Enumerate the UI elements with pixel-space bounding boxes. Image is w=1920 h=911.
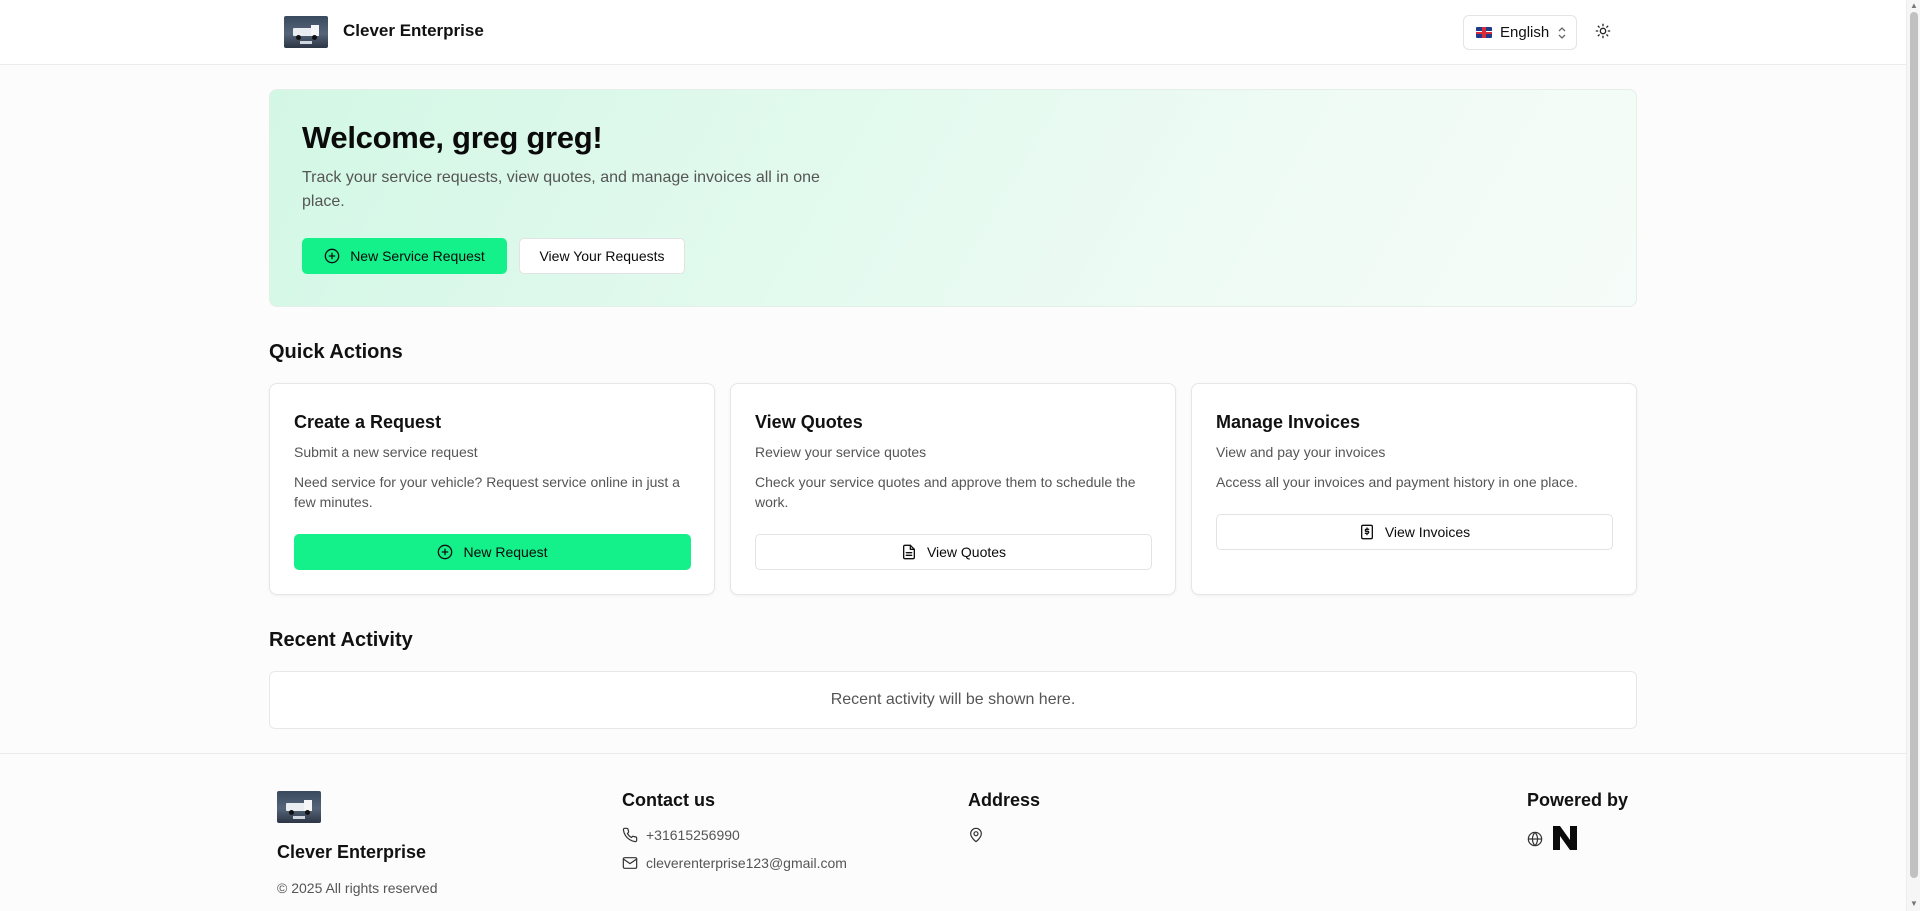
quick-actions-title: Quick Actions: [269, 341, 403, 363]
sun-icon: [1595, 23, 1611, 39]
view-your-requests-button[interactable]: View Your Requests: [519, 238, 685, 274]
scrollbar-thumb[interactable]: [1910, 12, 1918, 878]
card-subtitle: Review your service quotes: [755, 444, 927, 460]
powered-by-title: Powered by: [1527, 790, 1629, 810]
contact-phone[interactable]: +31615256990: [622, 827, 740, 843]
invoice-dollar-icon: [1359, 524, 1375, 540]
view-invoices-label: View Invoices: [1384, 524, 1471, 540]
card-subtitle: View and pay your invoices: [1216, 444, 1386, 460]
language-select[interactable]: English: [1463, 15, 1577, 50]
plus-circle-icon: [324, 248, 340, 264]
contact-title: Contact us: [622, 790, 716, 810]
new-service-request-button[interactable]: New Service Request: [302, 238, 507, 274]
recent-activity-panel: Recent activity will be shown here.: [269, 671, 1637, 729]
card-title: View Quotes: [755, 412, 863, 432]
card-description: Need service for your vehicle? Request s…: [294, 474, 680, 510]
view-quotes-card: View Quotes Review your service quotes C…: [730, 383, 1176, 595]
footer: Clever Enterprise © 2025 All rights rese…: [0, 753, 1906, 911]
brand-name: Clever Enterprise: [343, 21, 484, 40]
card-description: Check your service quotes and approve th…: [755, 474, 1136, 510]
theme-toggle-button[interactable]: [1592, 20, 1614, 42]
footer-logo: [277, 791, 321, 823]
document-icon: [901, 544, 917, 560]
map-pin-icon: [968, 827, 984, 843]
mail-icon: [622, 855, 638, 871]
footer-copyright: © 2025 All rights reserved: [277, 880, 438, 896]
powered-by-logo[interactable]: [1552, 825, 1578, 851]
view-your-requests-label: View Your Requests: [539, 248, 665, 264]
create-request-card: Create a Request Submit a new service re…: [269, 383, 715, 595]
uk-flag-icon: [1476, 27, 1492, 38]
card-title: Create a Request: [294, 412, 442, 432]
globe-icon[interactable]: [1527, 831, 1543, 847]
recent-activity-empty-text: Recent activity will be shown here.: [830, 691, 1076, 708]
top-header: Clever Enterprise English: [0, 0, 1906, 65]
address-title: Address: [968, 790, 1041, 810]
new-request-label: New Request: [463, 544, 548, 560]
card-subtitle: Submit a new service request: [294, 444, 478, 460]
welcome-subtitle: Track your service requests, view quotes…: [302, 169, 820, 210]
footer-brand: Clever Enterprise: [277, 842, 427, 862]
card-title: Manage Invoices: [1216, 412, 1361, 432]
language-label: English: [1500, 24, 1550, 41]
company-logo[interactable]: [284, 16, 328, 48]
chevron-up-down-icon: [1558, 26, 1566, 39]
scroll-down-arrow-icon[interactable]: ▼: [1909, 899, 1919, 909]
recent-activity-title: Recent Activity: [269, 629, 413, 651]
view-invoices-button[interactable]: View Invoices: [1216, 514, 1613, 550]
new-service-request-label: New Service Request: [350, 248, 485, 264]
address-line: [968, 827, 984, 843]
phone-number: +31615256990: [646, 827, 740, 843]
view-quotes-label: View Quotes: [926, 544, 1007, 560]
card-description: Access all your invoices and payment his…: [1216, 474, 1578, 490]
welcome-title: Welcome, greg greg!: [302, 120, 603, 155]
phone-icon: [622, 827, 638, 843]
contact-email[interactable]: cleverenterprise123@gmail.com: [622, 855, 847, 871]
welcome-banner: Welcome, greg greg! Track your service r…: [269, 89, 1637, 307]
view-quotes-button[interactable]: View Quotes: [755, 534, 1152, 570]
scroll-up-arrow-icon[interactable]: ▲: [1909, 1, 1919, 11]
new-request-button[interactable]: New Request: [294, 534, 691, 570]
manage-invoices-card: Manage Invoices View and pay your invoic…: [1191, 383, 1637, 595]
page-scrollbar[interactable]: ▲ ▼: [1906, 0, 1920, 911]
plus-circle-icon: [437, 544, 453, 560]
email-address: cleverenterprise123@gmail.com: [646, 855, 847, 871]
